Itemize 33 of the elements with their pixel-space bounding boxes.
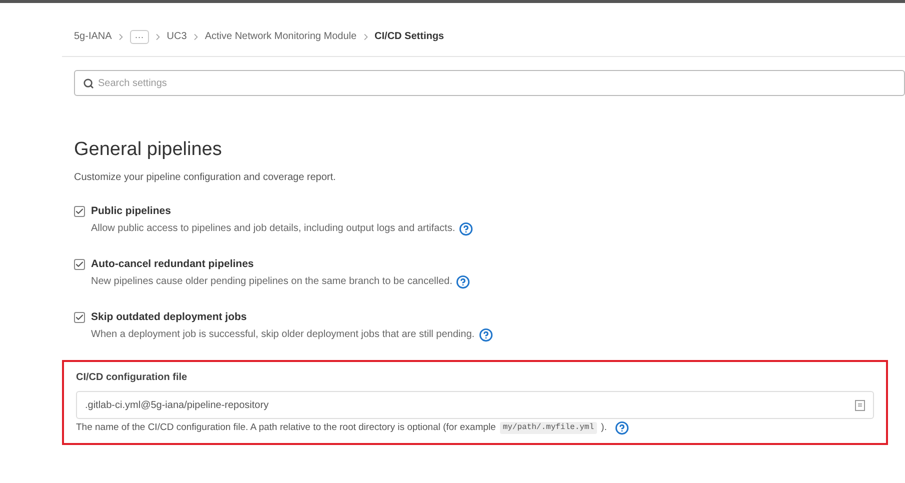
option-help: Allow public access to pipelines and job details, including output logs and artifacts. [91,222,456,236]
search-icon [83,78,94,88]
more-button[interactable]: ··· [130,30,149,44]
breadcrumb-link[interactable]: 5g-IANA [74,29,112,44]
help-icon[interactable] [459,222,474,236]
checkbox[interactable] [74,312,85,323]
breadcrumb-link[interactable]: UC3 [166,29,187,44]
code-snippet: my/path/.myfile.yml [500,422,598,434]
help-icon[interactable] [478,328,493,342]
option-label: Skip outdated deployment jobs [91,311,248,324]
check-icon [75,313,84,322]
search-box[interactable]: Search settings [74,70,905,96]
section-description: Customize your pipeline configuration and coverage report. [74,171,337,185]
section-title: General pipelines [74,138,223,162]
option-label: Auto-cancel redundant pipelines [91,258,255,271]
check-icon [75,207,84,216]
checkbox[interactable] [74,206,85,217]
option-label: Public pipelines [91,205,172,218]
breadcrumb-link[interactable]: Active Network Monitoring Module [204,29,357,44]
field-label: CI/CD configuration file [76,371,188,385]
breadcrumb-current: CI/CD Settings [374,30,444,44]
field-help: The name of the CI/CD configuration file. A path relative to the root directory is optional (for example [76,421,496,435]
checkbox[interactable] [74,259,85,270]
check-icon [75,260,84,269]
config-file-field[interactable]: .gitlab-ci.yml@5g-iana/pipeline-repository [85,398,855,412]
help-icon[interactable] [614,421,629,436]
option-help: When a deployment job is successful, skip older deployment jobs that are still pending. [91,328,475,342]
clipboard-icon[interactable] [855,400,865,410]
help-icon[interactable] [456,274,470,288]
option-help: New pipelines cause older pending pipelines on the same branch to be cancelled. [91,275,452,289]
search-field[interactable]: Search settings [98,76,896,90]
config-file-box[interactable]: .gitlab-ci.yml@5g-iana/pipeline-repository [76,391,874,419]
field-help-end: ). [601,421,607,435]
